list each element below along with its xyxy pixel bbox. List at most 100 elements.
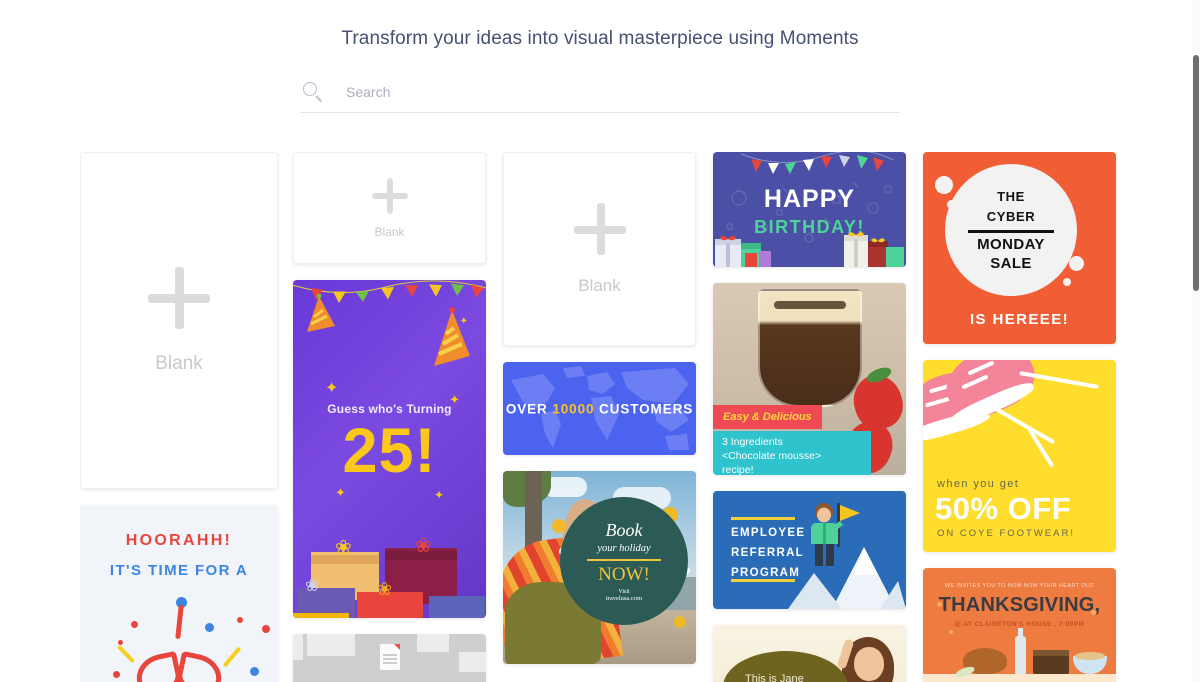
party-hat-icon	[307, 294, 335, 332]
customers-number: 10000	[552, 401, 595, 416]
template-card-chocolate-mousse[interactable]: Easy & Delicious 3 Ingredients <Chocolat…	[713, 283, 906, 475]
dot-accent	[674, 616, 686, 628]
burst-ray	[175, 604, 184, 640]
page-title: Transform your ideas into visual masterp…	[341, 28, 859, 49]
bowl-contents	[1075, 652, 1105, 660]
template-card-jane-hr[interactable]: This is Jane the HR specialist	[713, 625, 906, 682]
template-card-happy-birthday[interactable]: HAPPY BIRTHDAY!	[713, 152, 906, 267]
turning-number: 25!	[342, 416, 437, 486]
blank-label: Blank	[155, 352, 203, 374]
template-grid: Blank HOORAHH! IT'S TIME FOR A Blank ✦ ✦…	[80, 152, 1120, 682]
chocolate-shavings	[773, 301, 846, 309]
confetti-dot	[131, 621, 138, 628]
gift-boxes-icon	[844, 232, 904, 267]
template-card-cyber-monday[interactable]: THE CYBER MONDAY SALE IS HEREEE!	[923, 152, 1116, 344]
blank-label: Blank	[374, 224, 405, 239]
template-card-blank-portrait[interactable]: Blank	[80, 152, 278, 489]
burst-ray	[222, 646, 242, 668]
hoorahh-line1: HOORAHH!	[125, 532, 233, 549]
footwear-sub: ON COYE FOOTWEAR!	[937, 528, 1075, 539]
book-badge: Book your holiday NOW! Visit travelusa.c…	[560, 497, 688, 625]
table-surface	[923, 674, 1116, 682]
cyber-line3: MONDAY	[977, 235, 1045, 253]
gift-bow: ❀	[305, 576, 320, 595]
speech-bubble: THE CYBER MONDAY SALE	[945, 164, 1077, 296]
template-card-employee-referral[interactable]: EMPLOYEE REFERRAL PROGRAM	[713, 491, 906, 609]
plus-icon	[148, 266, 210, 329]
mousse-line3: recipe!	[722, 463, 754, 475]
face	[854, 647, 884, 681]
mousse-badge: Easy & Delicious	[713, 405, 822, 429]
search-input[interactable]	[346, 84, 900, 100]
confetti-dot	[250, 667, 259, 676]
confetti-dot	[113, 671, 120, 678]
confetti-dot	[237, 617, 243, 623]
jane-line1: This is Jane	[745, 673, 804, 682]
book-line1: Book	[605, 520, 643, 540]
mousse-line1: 3 Ingredients	[722, 436, 783, 448]
footwear-small: when you get	[937, 478, 1020, 490]
bottle-neck	[1018, 628, 1023, 638]
mousse-badge-text: Easy & Delicious	[723, 411, 812, 423]
gift-bow: ❀	[415, 535, 432, 557]
thanksgiving-small-bottom: @ AT CLAIRETON'S HOUSE , 7:00PM	[954, 621, 1085, 628]
cyber-line2: CYBER	[986, 208, 1036, 224]
gift-bow: ❀	[377, 579, 393, 599]
gift-bow: ❀	[335, 537, 352, 559]
template-card-thanksgiving[interactable]: WE INVITES YOU TO NOM NOM YOUR HEART OUT…	[923, 568, 1116, 682]
template-card-hoorahh[interactable]: HOORAHH! IT'S TIME FOR A	[80, 505, 278, 682]
ribbon-loop	[132, 650, 184, 682]
book-line5: travelusa.com	[605, 595, 643, 602]
accent-bar	[293, 613, 349, 618]
ribbon-loop	[174, 650, 226, 682]
dot-accent	[949, 630, 953, 634]
bottle-icon	[1015, 636, 1026, 674]
confetti-dot	[205, 623, 214, 632]
cyber-line1: THE	[997, 188, 1025, 204]
confetti-dot	[262, 625, 270, 633]
plus-icon	[573, 202, 626, 255]
dot-accent	[937, 602, 942, 607]
divider	[968, 229, 1054, 233]
dot-accent	[552, 519, 566, 533]
mousse-line2: <Chocolate mousse>	[722, 449, 822, 462]
template-card-blank-landscape[interactable]: Blank	[293, 152, 486, 264]
template-card-placeholder[interactable]	[293, 634, 486, 682]
turning-caption: Guess who's Turning	[327, 402, 452, 416]
book-line2: your holiday	[597, 543, 651, 554]
divider	[587, 559, 661, 561]
customers-post: CUSTOMERS	[594, 401, 694, 416]
star-icon: ✦	[325, 380, 339, 397]
blank-label: Blank	[578, 275, 621, 295]
gift-boxes-icon	[715, 235, 771, 267]
accent-rule	[731, 517, 795, 520]
template-card-turning-25[interactable]: ✦ ✦ ✦ ✦ ✦ Guess who's Turning 25! ❀ ❀ ❀ …	[293, 280, 486, 618]
grid-column-4: HAPPY BIRTHDAY! Easy & Delicious 3 Ingre…	[713, 152, 906, 682]
customers-text: OVER 10000 CUSTOMERS	[503, 401, 696, 416]
search-icon	[302, 81, 324, 103]
burst-ray	[116, 644, 136, 664]
customers-pre: OVER	[505, 401, 553, 416]
accent-rule	[731, 579, 795, 582]
grid-column-1: Blank HOORAHH! IT'S TIME FOR A	[80, 152, 278, 682]
star-icon: ✦	[433, 488, 444, 502]
thanksgiving-title: THANKSGIVING,	[938, 594, 1101, 616]
vertical-scrollbar-thumb[interactable]	[1193, 55, 1199, 291]
template-card-book-holiday[interactable]: Book your holiday NOW! Visit travelusa.c…	[503, 471, 696, 664]
grid-column-5: THE CYBER MONDAY SALE IS HEREEE! when yo…	[923, 152, 1116, 682]
shoelace	[988, 403, 1056, 445]
template-card-blank-square[interactable]: Blank	[503, 152, 696, 346]
star-icon: ✦	[335, 485, 346, 500]
search-bar[interactable]	[300, 81, 900, 113]
cyber-bottom-text: IS HEREEE!	[969, 311, 1070, 328]
thanksgiving-small-top: WE INVITES YOU TO NOM NOM YOUR HEART OUT	[944, 583, 1095, 589]
star-icon: ✦	[459, 316, 468, 327]
template-card-footwear-sale[interactable]: when you get 50% OFF ON COYE FOOTWEAR!	[923, 360, 1116, 552]
grid-column-3: Blank OVER 10000 CUSTOMERS Book your hol…	[503, 152, 696, 680]
vertical-scrollbar-track[interactable]	[1192, 0, 1200, 682]
footwear-big: 50% OFF	[935, 491, 1072, 526]
grid-column-2: Blank ✦ ✦ ✦ ✦ ✦ Guess who's Turning 25! …	[293, 152, 486, 682]
template-card-customers[interactable]: OVER 10000 CUSTOMERS	[503, 362, 696, 455]
person-icon	[811, 503, 860, 566]
hoorahh-line2: IT'S TIME FOR A	[109, 562, 249, 579]
